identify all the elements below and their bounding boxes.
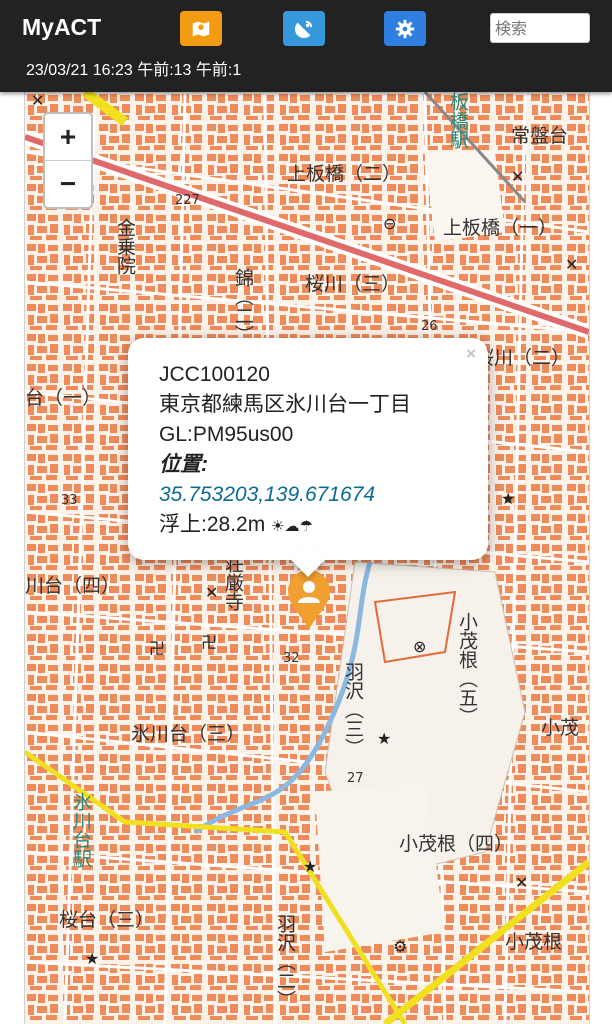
map-label: 上板橋（二） bbox=[287, 163, 401, 185]
map-label: 羽沢（二） bbox=[274, 914, 296, 1009]
grid-locator: GL:PM95us00 bbox=[159, 423, 294, 446]
map-label: 常盤台 bbox=[511, 125, 568, 147]
zoom-control: + − bbox=[43, 112, 93, 209]
map-label: 小茂根 bbox=[505, 931, 562, 953]
map-icon bbox=[192, 21, 210, 36]
elevation-label: 33 bbox=[61, 493, 78, 508]
satellite-dish-icon bbox=[294, 20, 313, 38]
police-box-symbol: ✕ bbox=[515, 873, 528, 892]
school-symbol: ★ bbox=[501, 489, 515, 508]
school-symbol: ★ bbox=[377, 729, 391, 748]
address: 東京都練馬区氷川台一丁目 bbox=[159, 393, 411, 416]
police-box-symbol: ✕ bbox=[31, 92, 44, 110]
elevation-text: 浮上:28.2m bbox=[159, 513, 266, 536]
map-label: 氷川台（三） bbox=[131, 723, 245, 745]
antenna-button[interactable] bbox=[283, 11, 325, 46]
police-box-symbol: ✕ bbox=[205, 583, 218, 602]
post-office-symbol: ⊗ bbox=[413, 637, 426, 656]
map-label: 板橋駅 bbox=[447, 92, 469, 150]
police-box-symbol: ✕ bbox=[565, 255, 578, 274]
map-button[interactable] bbox=[180, 11, 222, 46]
factory-symbol: ⚙ bbox=[393, 937, 407, 956]
zoom-in-button[interactable]: + bbox=[45, 114, 91, 160]
map-label: 小茂 bbox=[541, 717, 579, 739]
gear-icon bbox=[395, 19, 415, 38]
settings-button[interactable] bbox=[384, 11, 426, 46]
search-input[interactable] bbox=[490, 13, 590, 43]
police-box-symbol: ✕ bbox=[511, 167, 524, 186]
popup-close-button[interactable]: × bbox=[466, 344, 476, 364]
elevation-label: 26 bbox=[421, 319, 438, 334]
map-label: 桜川（二） bbox=[475, 347, 570, 369]
map-label: 錦（二） bbox=[232, 268, 254, 344]
map-label: 羽沢（三） bbox=[342, 662, 364, 757]
location-popup: × JCC100120 東京都練馬区氷川台一丁目 GL:PM95us00 位置:… bbox=[128, 338, 488, 577]
elevation-label: 27 bbox=[347, 771, 364, 786]
zoom-out-button[interactable]: − bbox=[45, 160, 91, 207]
map-label: 台（一） bbox=[25, 387, 101, 409]
temple-symbol: 卍 bbox=[201, 633, 217, 652]
map-label: 氷川台駅 bbox=[70, 792, 92, 869]
user-location-icon[interactable] bbox=[286, 569, 332, 633]
weather-icon: ☀☁☂ bbox=[271, 518, 313, 535]
map-label: 桜台（三） bbox=[59, 909, 154, 931]
map-label: 上板橋（一） bbox=[443, 217, 557, 239]
map-label: 川台（四） bbox=[25, 575, 120, 597]
popup-content: JCC100120 東京都練馬区氷川台一丁目 GL:PM95us00 位置: 3… bbox=[159, 360, 411, 542]
map-label: 小茂根（四） bbox=[399, 833, 513, 855]
coordinates-link[interactable]: 35.753203,139.671674 bbox=[159, 483, 375, 506]
school-symbol: ★ bbox=[303, 857, 317, 876]
map-label: 小茂根（五） bbox=[456, 612, 478, 726]
school-symbol: ★ bbox=[85, 949, 99, 968]
post-office-symbol: ⊖ bbox=[383, 214, 396, 233]
callsign: JCC100120 bbox=[159, 363, 270, 386]
top-navbar: MyACT 23/03/21 16:23 午前:13 午前:1 bbox=[0, 0, 612, 92]
status-line: 23/03/21 16:23 午前:13 午前:1 bbox=[26, 62, 242, 79]
app-title[interactable]: MyACT bbox=[22, 14, 101, 41]
map-label: 金乗院 bbox=[114, 218, 136, 275]
road-number: 227 bbox=[175, 193, 200, 208]
map-label: 桜川（三） bbox=[305, 273, 400, 295]
position-label: 位置: bbox=[159, 453, 208, 476]
map-label: 荘厳寺 bbox=[222, 554, 244, 611]
temple-symbol: 卍 bbox=[149, 639, 165, 658]
elevation-label: 32 bbox=[283, 651, 300, 666]
